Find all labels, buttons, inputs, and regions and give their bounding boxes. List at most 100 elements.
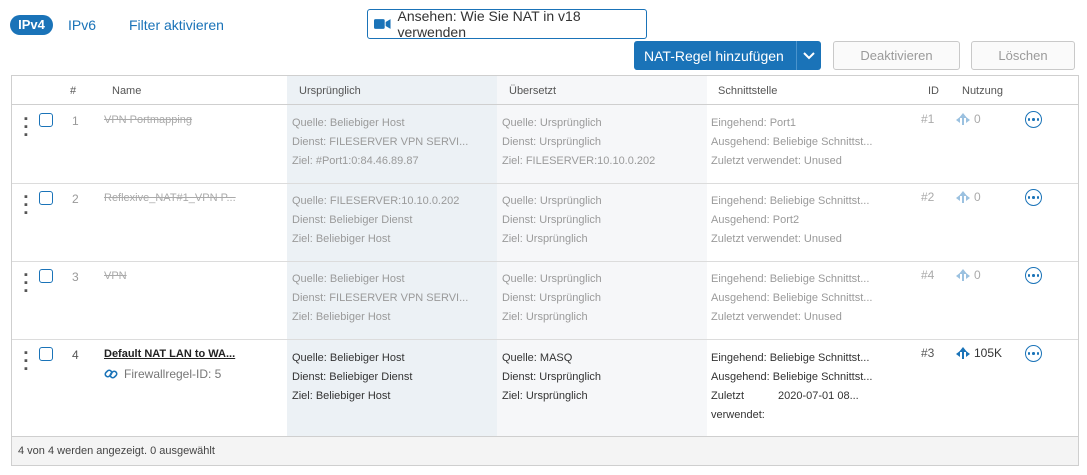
interface-cell: Eingehend: Beliebige Schnittst... Ausgeh… [711,349,872,425]
last-used-label: Zuletzt 2020-07-01 08... [711,390,859,402]
original-service: Dienst: Beliebiger Dienst [292,371,413,383]
usage-value: 105K [974,346,1003,360]
row-checkbox[interactable] [39,191,53,205]
translated-service: Dienst: Ursprünglich [502,136,602,148]
original-source: Quelle: Beliebiger Host [292,273,405,285]
row-checkbox[interactable] [39,269,53,283]
nat-rules-table: # Name Ursprünglich Übersetzt Schnittste… [11,75,1079,466]
header-translated[interactable]: Übersetzt [509,85,556,97]
more-options-icon[interactable] [1025,267,1042,284]
last-used: Zuletzt verwendet: Unused [711,155,842,167]
rule-id: #2 [921,190,935,204]
translated-destination: Ziel: Ursprünglich [502,311,588,323]
header-num[interactable]: # [70,85,76,97]
rule-name[interactable]: Reflexive_NAT#1_VPN P... [104,192,236,204]
header-id[interactable]: ID [928,85,939,97]
more-options-icon[interactable] [1025,111,1042,128]
chevron-down-icon[interactable] [797,51,821,60]
traffic-arrows-icon [956,113,970,125]
rule-id: #1 [921,112,935,126]
last-used-label-cont: verwendet: [711,409,765,421]
tab-ipv6[interactable]: IPv6 [68,16,96,34]
interface-cell: Eingehend: Beliebige Schnittst... Ausgeh… [711,192,869,249]
translated-source: Quelle: Ursprünglich [502,273,602,285]
original-service: Dienst: FILESERVER VPN SERVI... [292,292,469,304]
traffic-arrows-icon [956,191,970,203]
usage: 0 [956,112,981,126]
row-number: 2 [72,192,79,206]
translated-service: Dienst: Ursprünglich [502,292,602,304]
original-service: Dienst: FILESERVER VPN SERVI... [292,136,469,148]
translated-service: Dienst: Ursprünglich [502,371,602,383]
last-used-value: 2020-07-01 08... [778,390,859,402]
filter-link[interactable]: Filter aktivieren [129,16,224,34]
header-original[interactable]: Ursprünglich [299,85,361,97]
more-options-icon[interactable] [1025,189,1042,206]
inbound-interface: Eingehend: Beliebige Schnittst... [711,195,870,207]
translated-source: Quelle: Ursprünglich [502,195,602,207]
row-checkbox[interactable] [39,113,53,127]
add-nat-rule-button[interactable]: NAT-Regel hinzufügen [634,41,821,70]
usage: 0 [956,268,981,282]
translated-source: Quelle: Ursprünglich [502,117,602,129]
drag-handle-icon[interactable]: ▪ ▪ ▪ [24,114,28,141]
translated-destination: Ziel: Ursprünglich [502,233,588,245]
table-row[interactable]: ▪ ▪ ▪ 1 VPN Portmapping Quelle: Beliebiger… [12,105,1078,184]
translated-cell: Quelle: Ursprünglich Dienst: Ursprünglic… [502,270,602,327]
row-number: 3 [72,270,79,284]
interface-cell: Eingehend: Port1 Ausgehend: Beliebige Sc… [711,114,872,171]
header-usage[interactable]: Nutzung [962,85,1003,97]
original-destination: Ziel: #Port1:0:84.46.89.87 [292,155,419,167]
tab-ipv4[interactable]: IPv4 [10,15,53,35]
rule-name[interactable]: Default NAT LAN to WA... [104,348,235,360]
table-footer-status: 4 von 4 werden angezeigt. 0 ausgewählt [12,436,1078,465]
row-checkbox[interactable] [39,347,53,361]
table-row[interactable]: ▪ ▪ ▪ 3 VPN Quelle: Beliebiger Host Dienst… [12,261,1078,340]
original-destination: Ziel: Beliebiger Host [292,233,391,245]
usage-value: 0 [974,268,981,282]
usage: 0 [956,190,981,204]
header-interface[interactable]: Schnittstelle [718,85,777,97]
original-source: Quelle: Beliebiger Host [292,117,405,129]
outbound-interface: Ausgehend: Beliebige Schnittst... [711,371,873,383]
outbound-interface: Ausgehend: Port2 [711,214,800,226]
usage-value: 0 [974,190,981,204]
rule-id: #4 [921,268,935,282]
original-cell: Quelle: Beliebiger Host Dienst: Beliebig… [292,349,412,406]
drag-handle-icon[interactable]: ▪ ▪ ▪ [24,270,28,297]
rule-name[interactable]: VPN Portmapping [104,114,192,126]
table-row[interactable]: ▪ ▪ ▪ 2 Reflexive_NAT#1_VPN P... Quelle: F… [12,183,1078,262]
translated-cell: Quelle: Ursprünglich Dienst: Ursprünglic… [502,114,655,171]
add-nat-rule-label: NAT-Regel hinzufügen [644,47,784,64]
original-cell: Quelle: FILESERVER:10.10.0.202 Dienst: B… [292,192,459,249]
link-icon [104,369,118,379]
original-cell: Quelle: Beliebiger Host Dienst: FILESERV… [292,270,468,327]
firewall-rule-id: Firewallregel-ID: 5 [124,367,222,381]
rule-id: #3 [921,346,935,360]
video-button-label: Ansehen: Wie Sie NAT in v18 verwenden [397,8,581,40]
row-number: 1 [72,114,79,128]
original-source: Quelle: Beliebiger Host [292,352,405,364]
interface-cell: Eingehend: Beliebige Schnittst... Ausgeh… [711,270,872,327]
drag-handle-icon[interactable]: ▪ ▪ ▪ [24,348,28,375]
table-header: # Name Ursprünglich Übersetzt Schnittste… [12,76,1078,105]
firewall-rule-link[interactable]: Firewallregel-ID: 5 [104,367,221,381]
header-name[interactable]: Name [112,85,141,97]
drag-handle-icon[interactable]: ▪ ▪ ▪ [24,192,28,219]
inbound-interface: Eingehend: Port1 [711,117,797,129]
last-used: Zuletzt verwendet: Unused [711,233,842,245]
original-destination: Ziel: Beliebiger Host [292,311,391,323]
usage: 105K [956,346,1002,360]
usage-value: 0 [974,112,981,126]
original-destination: Ziel: Beliebiger Host [292,390,391,402]
delete-button[interactable]: Löschen [971,41,1075,70]
rule-name[interactable]: VPN [104,270,127,282]
original-service: Dienst: Beliebiger Dienst [292,214,413,226]
original-cell: Quelle: Beliebiger Host Dienst: FILESERV… [292,114,468,171]
table-row[interactable]: ▪ ▪ ▪ 4 Default NAT LAN to WA... Firewallr… [12,339,1078,435]
video-button[interactable]: Ansehen: Wie Sie NAT in v18 verwenden [367,8,647,40]
more-options-icon[interactable] [1025,345,1042,362]
last-used: Zuletzt verwendet: Unused [711,311,842,323]
row-number: 4 [72,348,79,362]
deactivate-button[interactable]: Deaktivieren [833,41,960,70]
